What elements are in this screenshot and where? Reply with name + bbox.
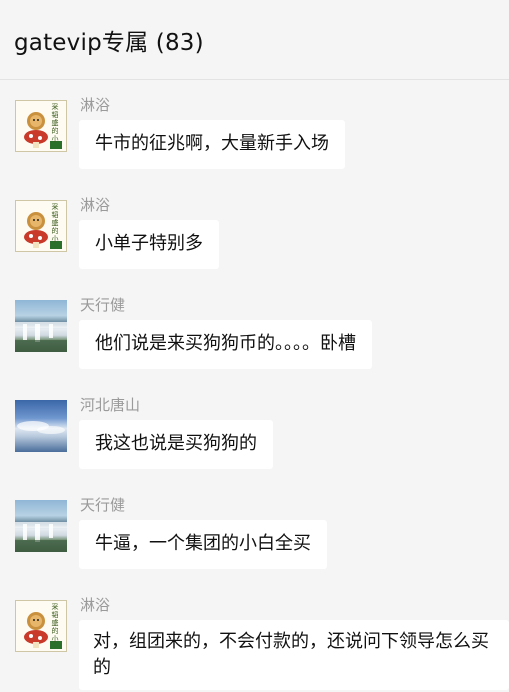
sticker-caption: 采韬盛的小 <box>51 603 59 643</box>
message-bubble[interactable]: 牛市的征兆啊，大量新手入场 <box>79 120 345 169</box>
sticker-caption: 采韬盛的小 <box>51 203 59 243</box>
sender-name: 淋浴 <box>80 596 111 614</box>
sender-name: 天行健 <box>80 496 126 514</box>
waterfall-photo-icon <box>15 322 67 352</box>
chat-title[interactable]: gatevip专属 (83) <box>14 23 204 57</box>
sky-photo-icon <box>17 421 65 434</box>
sky-avatar[interactable] <box>15 400 67 452</box>
sticker-avatar[interactable]: 采韬盛的小 <box>15 600 67 652</box>
sender-name: 河北唐山 <box>80 396 141 414</box>
waterfall-avatar[interactable] <box>15 500 67 552</box>
message-bubble[interactable]: 对，组团来的，不会付款的，还说问下领导怎么买的 <box>79 620 509 690</box>
sticker-caption: 采韬盛的小 <box>51 103 59 143</box>
waterfall-photo-icon <box>15 522 67 552</box>
message-bubble[interactable]: 小单子特别多 <box>79 220 219 269</box>
sticker-avatar[interactable]: 采韬盛的小 <box>15 100 67 152</box>
sender-name: 淋浴 <box>80 196 111 214</box>
sender-name: 淋浴 <box>80 96 111 114</box>
sticker-avatar[interactable]: 采韬盛的小 <box>15 200 67 252</box>
chat-header: gatevip专属 (83) <box>0 0 509 80</box>
message-bubble[interactable]: 我这也说是买狗狗的 <box>79 420 273 469</box>
waterfall-avatar[interactable] <box>15 300 67 352</box>
message-bubble[interactable]: 牛逼，一个集团的小白全买 <box>79 520 327 569</box>
message-bubble[interactable]: 他们说是来买狗狗币的。。。。卧槽 <box>79 320 372 369</box>
sender-name: 天行健 <box>80 296 126 314</box>
